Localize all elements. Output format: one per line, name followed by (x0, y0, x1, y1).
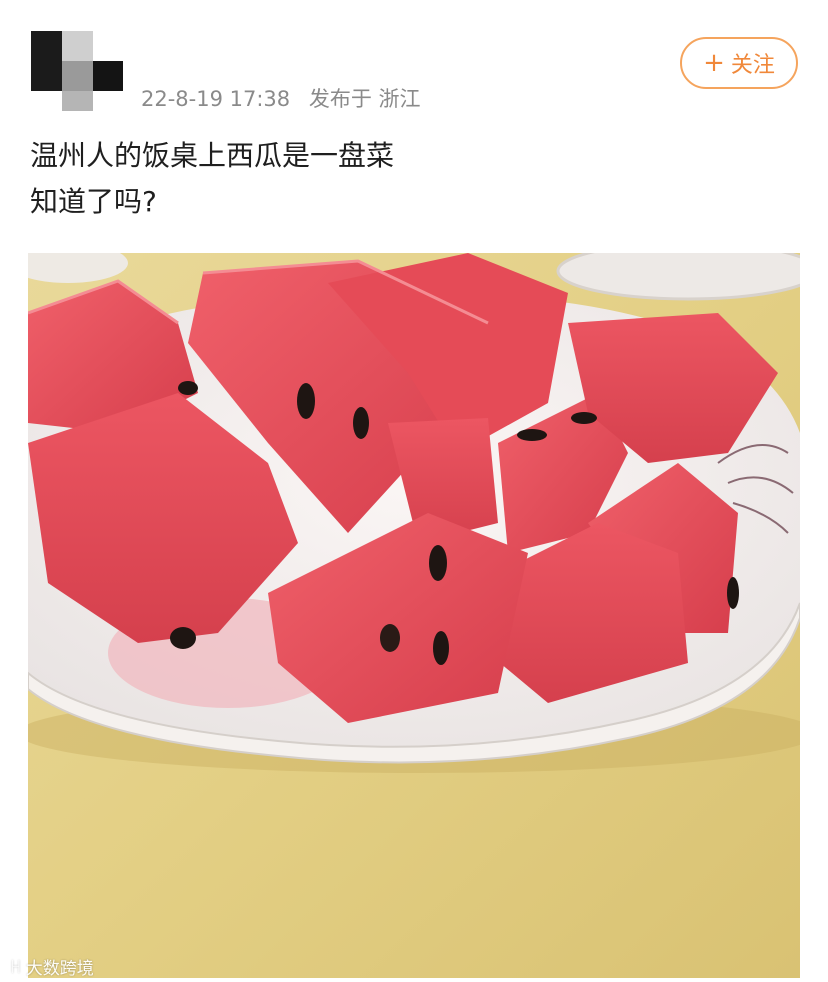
post-image[interactable] (28, 253, 800, 978)
watermark-logo-icon: ꀿ (10, 958, 22, 977)
avatar-block (62, 61, 93, 91)
avatar-block (31, 31, 62, 91)
post-location: 发布于 浙江 (308, 87, 421, 111)
post-text-line: 知道了吗? (30, 185, 157, 218)
post-timestamp: 22-8-19 17:38 (141, 87, 291, 111)
post-text: 温州人的饭桌上西瓜是一盘菜 知道了吗? (30, 133, 394, 225)
plus-icon: + (703, 48, 725, 78)
follow-button[interactable]: + 关注 (680, 37, 798, 89)
avatar-block (62, 91, 93, 111)
avatar-block (62, 31, 93, 61)
post-meta: 22-8-19 17:38 发布于 浙江 (141, 83, 421, 113)
follow-label: 关注 (730, 53, 775, 78)
watermelon-photo (28, 253, 800, 978)
avatar-block (93, 61, 123, 91)
watermark: ꀿ 大数跨境 (10, 954, 94, 980)
watermark-text: 大数跨境 (25, 959, 94, 979)
avatar[interactable] (31, 31, 123, 111)
post-text-line: 温州人的饭桌上西瓜是一盘菜 (30, 139, 395, 172)
